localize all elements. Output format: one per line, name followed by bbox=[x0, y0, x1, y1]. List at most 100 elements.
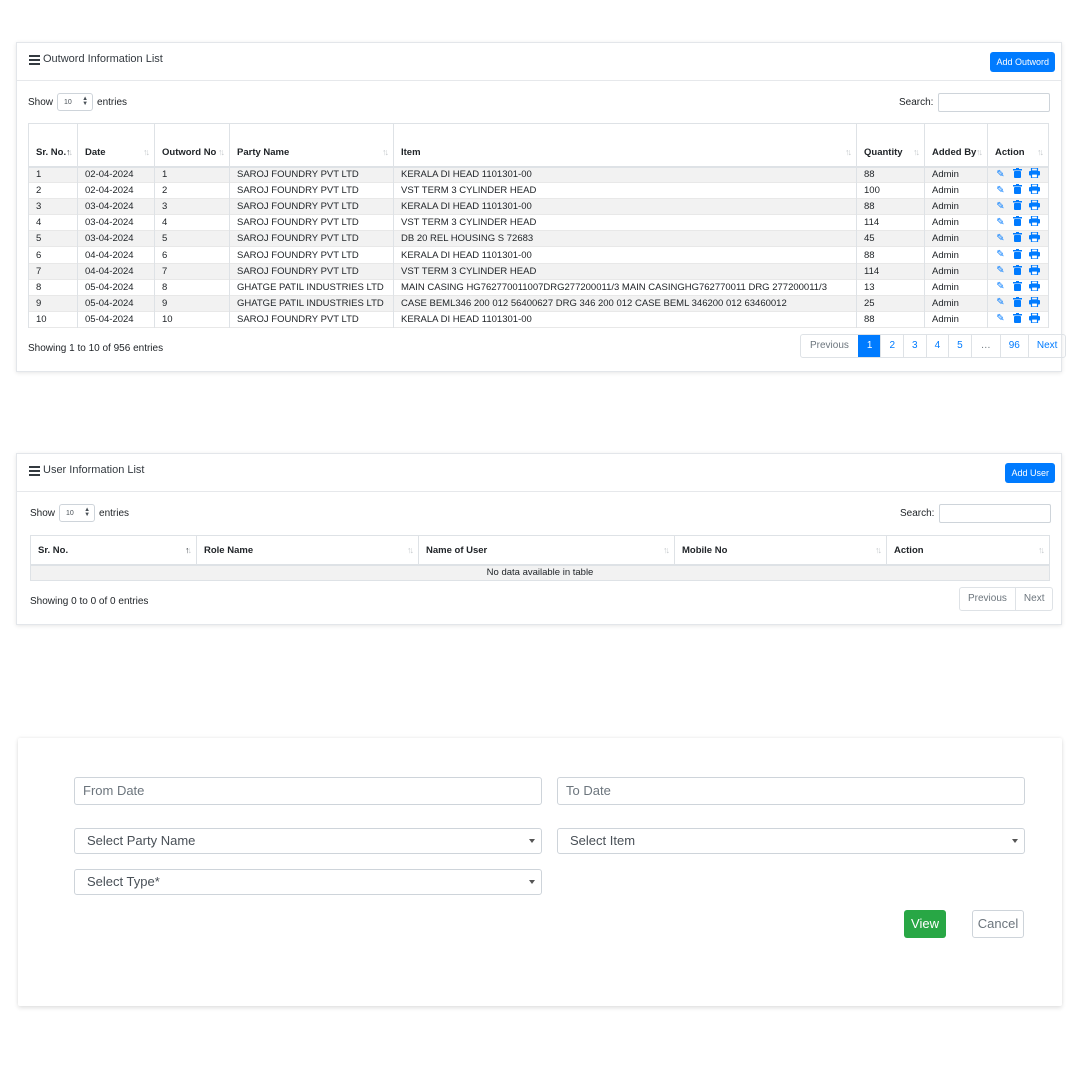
cell-outword-no: 2 bbox=[154, 182, 230, 199]
print-icon[interactable] bbox=[1029, 183, 1040, 197]
trash-icon[interactable] bbox=[1012, 232, 1023, 245]
edit-icon[interactable]: ✎ bbox=[995, 233, 1006, 244]
cell-date: 04-04-2024 bbox=[77, 263, 155, 280]
col-added-by[interactable]: Added By ↑↓ bbox=[924, 123, 988, 168]
pagination-page-2[interactable]: 2 bbox=[880, 335, 903, 357]
trash-icon[interactable] bbox=[1012, 184, 1023, 197]
table-row: 4 03-04-2024 4 SAROJ FOUNDRY PVT LTD VST TER… bbox=[28, 214, 1049, 231]
cell-action: ✎ bbox=[987, 246, 1049, 264]
edit-icon[interactable]: ✎ bbox=[995, 266, 1006, 276]
col-name-of-user[interactable]: Name of User ↑↓ bbox=[418, 535, 675, 566]
print-icon[interactable] bbox=[1029, 215, 1040, 229]
print-icon[interactable] bbox=[1029, 280, 1040, 294]
print-icon[interactable] bbox=[1029, 264, 1040, 278]
trash-icon[interactable] bbox=[1012, 264, 1023, 278]
empty-message: No data available in table bbox=[30, 564, 1050, 581]
pagination-page-5[interactable]: 5 bbox=[948, 335, 971, 357]
add-outward-button[interactable]: Add Outword bbox=[990, 52, 1055, 72]
col-mobile-no[interactable]: Mobile No ↑↓ bbox=[674, 535, 887, 566]
col-role-name[interactable]: Role Name ↑↓ bbox=[196, 535, 419, 566]
from-date-input[interactable]: From Date bbox=[74, 777, 542, 805]
type-select[interactable]: Select Type* bbox=[74, 869, 542, 895]
cell-date: 02-04-2024 bbox=[77, 166, 155, 183]
sort-icon: ↑↓ bbox=[845, 146, 852, 157]
trash-icon[interactable] bbox=[1012, 296, 1023, 310]
cell-date: 04-04-2024 bbox=[77, 246, 155, 264]
print-icon[interactable] bbox=[1029, 247, 1040, 262]
cell-outword-no: 9 bbox=[154, 295, 230, 312]
sort-icon: ↑↓ bbox=[875, 544, 882, 555]
col-action[interactable]: Action ↑↓ bbox=[886, 535, 1050, 566]
print-icon[interactable] bbox=[1029, 199, 1040, 213]
cell-action: ✎ bbox=[987, 182, 1049, 199]
col-sr-no[interactable]: Sr. No. ↑↓ bbox=[30, 535, 197, 566]
edit-icon[interactable]: ✎ bbox=[995, 314, 1006, 324]
edit-icon[interactable]: ✎ bbox=[995, 250, 1006, 260]
print-icon[interactable] bbox=[1029, 231, 1040, 245]
pagination-next[interactable]: Next bbox=[1014, 588, 1053, 610]
cell-added-by: Admin bbox=[924, 182, 988, 199]
pagination-page-4[interactable]: 4 bbox=[925, 335, 949, 357]
outward-page-length-select[interactable]: 10 ▲ ▼ bbox=[57, 93, 94, 111]
print-icon[interactable] bbox=[1029, 167, 1040, 181]
cell-action: ✎ bbox=[987, 295, 1049, 312]
edit-icon[interactable]: ✎ bbox=[995, 298, 1006, 308]
pagination-previous[interactable]: Previous bbox=[801, 335, 858, 357]
pagination-page-3[interactable]: 3 bbox=[903, 335, 926, 357]
users-search-input[interactable] bbox=[939, 504, 1052, 523]
trash-icon[interactable] bbox=[1012, 168, 1023, 181]
table-row: 8 05-04-2024 8 GHATGE PATIL INDUSTRIES LTD M… bbox=[28, 279, 1049, 296]
table-row: 3 03-04-2024 3 SAROJ FOUNDRY PVT LTD KERALA … bbox=[28, 198, 1049, 215]
edit-icon[interactable]: ✎ bbox=[995, 282, 1006, 292]
party-name-select[interactable]: Select Party Name bbox=[74, 828, 542, 854]
cell-item: KERALA DI HEAD 1101301-00 bbox=[393, 166, 857, 183]
cell-party-name: SAROJ FOUNDRY PVT LTD bbox=[229, 198, 394, 215]
print-icon[interactable] bbox=[1029, 312, 1040, 326]
cancel-button[interactable]: Cancel bbox=[972, 910, 1024, 938]
table-row: 5 03-04-2024 5 SAROJ FOUNDRY PVT LTD DB 20 R… bbox=[28, 230, 1049, 247]
edit-icon[interactable]: ✎ bbox=[995, 217, 1006, 228]
view-button[interactable]: View bbox=[904, 910, 946, 938]
col-outword-no[interactable]: Outword No ↑↓ bbox=[154, 123, 230, 168]
cell-date: 05-04-2024 bbox=[77, 311, 155, 328]
cell-action: ✎ bbox=[987, 198, 1049, 215]
cell-party-name: GHATGE PATIL INDUSTRIES LTD bbox=[229, 279, 394, 296]
list-icon bbox=[29, 465, 40, 476]
col-item[interactable]: Item ↑↓ bbox=[393, 123, 857, 168]
print-icon[interactable] bbox=[1029, 296, 1040, 310]
edit-icon[interactable]: ✎ bbox=[995, 169, 1006, 180]
item-select[interactable]: Select Item bbox=[557, 828, 1025, 854]
users-pagination: Previous Next bbox=[959, 587, 1054, 611]
cell-action: ✎ bbox=[987, 230, 1049, 247]
cell-added-by: Admin bbox=[924, 198, 988, 215]
edit-icon[interactable]: ✎ bbox=[995, 185, 1006, 196]
users-page-length-select[interactable]: 10 ▲ ▼ bbox=[59, 504, 96, 522]
col-party-name[interactable]: Party Name ↑↓ bbox=[229, 123, 394, 168]
col-quantity[interactable]: Quantity ↑↓ bbox=[856, 123, 925, 168]
col-action[interactable]: Action ↑↓ bbox=[987, 123, 1049, 168]
col-date[interactable]: Date ↑↓ bbox=[77, 123, 155, 168]
edit-icon[interactable]: ✎ bbox=[995, 201, 1006, 212]
cell-sr-no: 5 bbox=[28, 230, 78, 247]
sort-icon: ↑↓ bbox=[218, 146, 225, 157]
trash-icon[interactable] bbox=[1012, 200, 1023, 213]
col-sr-no[interactable]: Sr. No. ↑↓ bbox=[28, 123, 78, 168]
outward-search-input[interactable] bbox=[938, 93, 1051, 112]
cell-added-by: Admin bbox=[924, 311, 988, 328]
trash-icon[interactable] bbox=[1012, 248, 1023, 262]
pagination-page-96[interactable]: 96 bbox=[999, 335, 1028, 357]
table-row: 10 05-04-2024 10 SAROJ FOUNDRY PVT LTD KERAL… bbox=[28, 311, 1049, 328]
trash-icon[interactable] bbox=[1012, 280, 1023, 294]
cell-party-name: SAROJ FOUNDRY PVT LTD bbox=[229, 246, 394, 264]
add-user-button[interactable]: Add User bbox=[1005, 463, 1055, 483]
cell-quantity: 25 bbox=[856, 295, 925, 312]
pagination-previous[interactable]: Previous bbox=[960, 588, 1015, 610]
trash-icon[interactable] bbox=[1012, 216, 1023, 229]
trash-icon[interactable] bbox=[1012, 312, 1023, 326]
pagination-next[interactable]: Next bbox=[1027, 335, 1066, 357]
pagination-page-1[interactable]: 1 bbox=[857, 335, 881, 357]
cell-item: DB 20 REL HOUSING S 72683 bbox=[393, 230, 857, 247]
sort-asc-icon: ↑↓ bbox=[185, 544, 192, 555]
cell-outword-no: 8 bbox=[154, 279, 230, 296]
to-date-input[interactable]: To Date bbox=[557, 777, 1025, 805]
